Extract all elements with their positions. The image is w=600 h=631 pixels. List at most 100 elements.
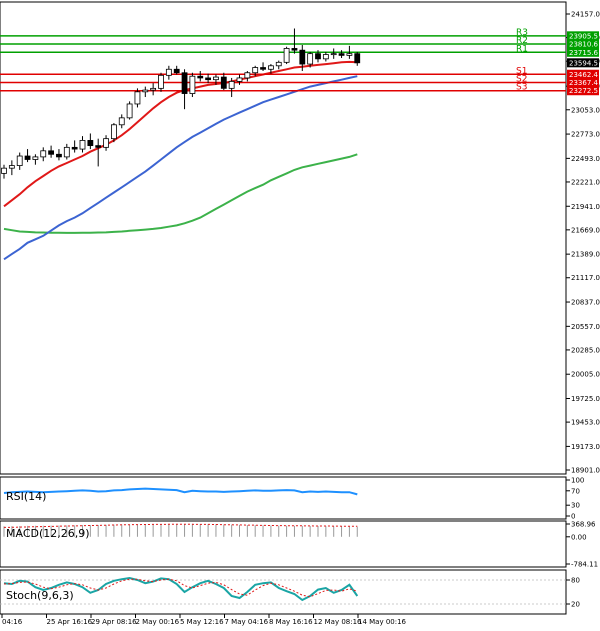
candle-down: [354, 53, 361, 64]
level-price-tag-text: 23905.5: [569, 32, 598, 40]
ma-green-line: [3, 153, 358, 234]
candle-up: [126, 103, 133, 119]
candle-up: [118, 117, 125, 126]
candle-up: [79, 140, 86, 150]
indicator-tick-label: 20: [571, 601, 580, 609]
stoch-title: Stoch(9,6,3): [6, 589, 74, 602]
candle-up: [134, 91, 141, 105]
candle-down: [260, 67, 266, 70]
candle-up: [213, 76, 219, 81]
price-tick-label: 23053.0: [571, 106, 600, 114]
candle-up: [103, 138, 109, 148]
time-tick-label: 14 May 00:16: [358, 618, 407, 626]
candle-down: [338, 53, 345, 56]
candle-up: [111, 124, 117, 140]
candle-up: [283, 48, 290, 63]
candle-up: [346, 53, 353, 56]
price-tick-label: 21941.0: [571, 203, 600, 211]
candle-up: [63, 146, 70, 158]
time-tick-label: 5 May 12:16: [180, 618, 224, 626]
time-axis: 04:16 25 Apr 16:1629 Apr 08:162 May 00:16…: [1, 614, 407, 626]
level-price-tag-text: 23367.4: [569, 79, 598, 87]
indicator-tick-label: 80: [571, 577, 580, 585]
candle-down: [291, 48, 298, 51]
rsi-plot: [3, 487, 358, 496]
price-tick-label: 19173.0: [571, 443, 600, 451]
price-tick-label: 20285.0: [571, 346, 600, 354]
price-tick-label: 20557.0: [571, 323, 600, 331]
moving-averages: [3, 60, 358, 261]
time-tick-label: 04:16: [2, 618, 23, 626]
candle-up: [158, 74, 164, 89]
level-price-tag-text: 23462.4: [569, 71, 598, 79]
candle-up: [142, 89, 149, 93]
candle-up: [252, 67, 259, 74]
candle-up: [236, 77, 243, 82]
pivot-levels: R3R2R1S1S2S3: [0, 28, 566, 93]
price-tick-label: 21669.0: [571, 226, 600, 234]
time-tick-label: 8 May 16:16: [269, 618, 313, 626]
time-tick-label: 25 Apr 16:16: [47, 618, 93, 626]
price-tick-label: 20005.0: [571, 371, 600, 379]
candle-up: [40, 150, 47, 158]
time-tick-label: 7 May 04:16: [225, 618, 269, 626]
level-price-tag-text: 23272.5: [569, 87, 598, 95]
candle-down: [48, 150, 54, 155]
price-tick-label: 22221.0: [571, 178, 600, 186]
rsi-line: [3, 487, 358, 496]
candle-down: [299, 49, 306, 65]
candle-up: [322, 54, 329, 60]
ma-red-line: [3, 60, 358, 208]
candle-up: [32, 156, 39, 160]
price-tick-label: 22773.0: [571, 131, 600, 139]
trading-chart: R3R2R1S1S2S3 24157.023885.023613.023325.…: [0, 1, 600, 626]
candle-up: [275, 61, 282, 67]
candle-down: [173, 68, 180, 74]
level-price-tag-text: 23810.6: [569, 41, 598, 49]
candle-down: [95, 145, 102, 148]
candle-up: [16, 155, 23, 166]
indicator-tick-label: 0: [571, 513, 575, 521]
indicator-tick-label: 368.96: [571, 521, 596, 529]
price-tick-label: 21389.0: [571, 251, 600, 259]
candle-down: [220, 76, 227, 89]
candle-down: [24, 155, 31, 160]
level-price-tag-text: 23715.6: [569, 49, 598, 57]
rsi-title: RSI(14): [6, 490, 46, 503]
candle-up: [330, 53, 337, 56]
candle-up: [228, 81, 235, 89]
candles: [1, 28, 361, 179]
candle-up: [150, 87, 157, 91]
macd-title: MACD(12,26,9): [6, 527, 90, 540]
level-label-s3: S3: [516, 83, 527, 93]
candle-up: [244, 72, 251, 79]
price-tick-label: 19453.0: [571, 419, 600, 427]
time-tick-label: 2 May 00:16: [136, 618, 180, 626]
candle-up: [165, 68, 172, 76]
current-price-tag-text: 23594.5: [569, 59, 598, 67]
candle-up: [8, 165, 15, 169]
stoch-panel: [0, 569, 567, 615]
price-tick-label: 21117.0: [571, 274, 600, 282]
stoch-plot: [0, 576, 566, 605]
candle-up: [189, 75, 196, 94]
indicator-tick-label: -784.11: [571, 561, 598, 569]
candle-down: [87, 140, 94, 147]
indicator-tick-label: 100: [571, 477, 584, 485]
candle-up: [267, 65, 274, 70]
indicator-tick-label: 30: [571, 502, 580, 510]
candle-down: [197, 75, 204, 79]
candle-up: [1, 167, 7, 174]
rsi-panel: [0, 476, 567, 520]
price-tick-label: 20837.0: [571, 299, 600, 307]
price-panel: [0, 1, 567, 475]
candle-down: [315, 53, 321, 60]
price-tick-label: 18901.0: [571, 467, 600, 475]
time-tick-label: 29 Apr 08:16: [91, 618, 137, 626]
price-tick-label: 22493.0: [571, 155, 600, 163]
indicator-axes: 100 70 30 0368.96 0.00 -784.11 80 20: [566, 477, 598, 609]
level-label-r1: R1: [516, 44, 528, 54]
price-tags: 23905.523810.623715.6 23462.423367.423272…: [567, 31, 599, 96]
indicator-tick-label: 70: [571, 487, 580, 495]
price-tick-label: 19725.0: [571, 395, 600, 403]
